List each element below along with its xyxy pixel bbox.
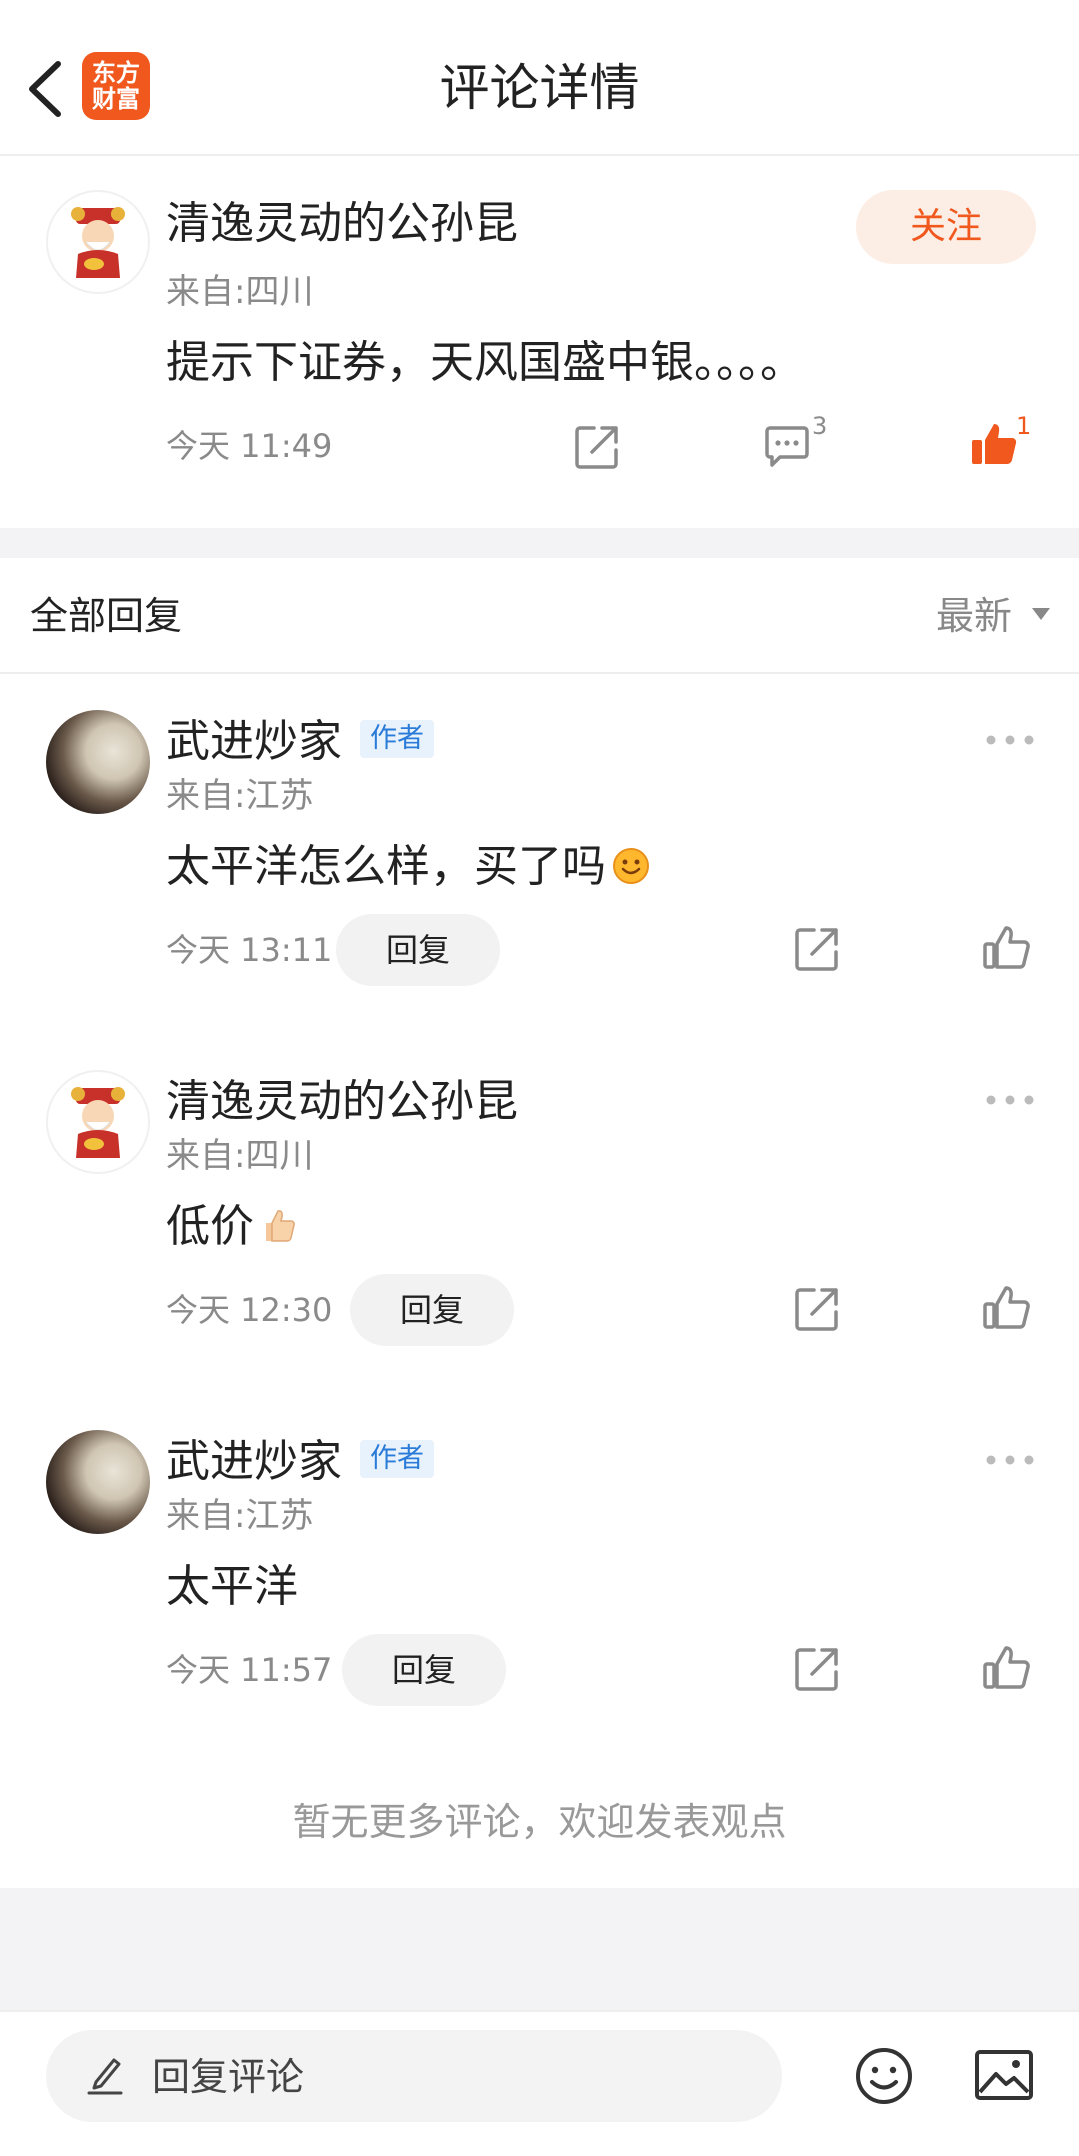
reply-time: 今天 11:57 [166, 1651, 333, 1689]
follow-button[interactable]: 关注 [856, 190, 1036, 264]
like-button[interactable] [982, 1644, 1030, 1692]
location-label: 来自:江苏 [166, 1496, 314, 1536]
reply-time: 今天 12:30 [166, 1291, 333, 1329]
share-icon [795, 1288, 838, 1331]
more-dots-icon [986, 1095, 1034, 1105]
image-icon [975, 2050, 1033, 2100]
like-button[interactable] [982, 924, 1030, 972]
sort-caret-icon[interactable] [1032, 608, 1050, 620]
reply-text: 低价 [166, 1198, 298, 1256]
share-button[interactable] [794, 1286, 840, 1332]
avatar[interactable] [46, 1430, 150, 1534]
reply-input-placeholder[interactable]: 回复评论 [152, 2052, 304, 2102]
location-label: 来自:江苏 [166, 776, 314, 816]
like-count: 1 [1016, 412, 1032, 440]
more-options-button[interactable] [984, 1453, 1036, 1467]
username[interactable]: 清逸灵动的公孙昆 [166, 1074, 518, 1130]
reply-button[interactable]: 回复 [342, 1634, 506, 1706]
thumbs-up-icon [983, 926, 1030, 969]
god-of-wealth-avatar-icon [71, 207, 125, 278]
comment-icon [765, 426, 809, 467]
pencil-icon [86, 2054, 124, 2096]
author-badge: 作者 [360, 1440, 434, 1478]
thumbs-up-icon [983, 1286, 1030, 1329]
comment-count: 3 [812, 412, 828, 440]
share-icon [795, 928, 838, 971]
divider [0, 672, 1079, 674]
reply-button[interactable]: 回复 [336, 914, 500, 986]
all-replies-title: 全部回复 [30, 594, 183, 638]
share-icon [575, 426, 618, 469]
share-button[interactable] [794, 1646, 840, 1692]
avatar[interactable] [46, 190, 150, 294]
page-title: 评论详情 [439, 59, 640, 117]
username[interactable]: 武进炒家 [166, 714, 342, 770]
smile-emoji-icon [612, 847, 650, 885]
section-divider [0, 528, 1079, 558]
more-dots-icon [986, 1455, 1034, 1465]
reply-text: 太平洋怎么样，买了吗 [166, 838, 650, 896]
comment-time: 今天 11:49 [166, 427, 333, 465]
like-button[interactable] [982, 1284, 1030, 1332]
share-icon [795, 1648, 838, 1691]
more-options-button[interactable] [984, 733, 1036, 747]
username[interactable]: 武进炒家 [166, 1434, 342, 1490]
god-of-wealth-avatar-icon [71, 1087, 125, 1158]
image-button[interactable] [974, 2048, 1034, 2104]
location-label: 来自:四川 [166, 1136, 314, 1176]
username[interactable]: 清逸灵动的公孙昆 [166, 196, 518, 252]
emoji-icon [856, 2048, 912, 2104]
no-more-comments-text: 暂无更多评论，欢迎发表观点 [292, 1800, 787, 1844]
reply-text: 太平洋 [166, 1561, 298, 1612]
comment-count-button[interactable] [764, 424, 810, 468]
thumbs-up-emoji-icon [258, 1205, 298, 1245]
thumbs-up-filled-icon [972, 424, 1017, 465]
bottom-spacer [0, 1888, 1079, 2010]
reply-button[interactable]: 回复 [350, 1274, 514, 1346]
comment-text: 提示下证券，天风国盛中银。。。。 [166, 337, 804, 388]
like-button[interactable] [970, 420, 1018, 468]
location-label: 来自:四川 [166, 272, 314, 312]
thumbs-up-icon [983, 1646, 1030, 1689]
emoji-button[interactable] [854, 2046, 914, 2106]
share-button[interactable] [794, 926, 840, 972]
more-options-button[interactable] [984, 1093, 1036, 1107]
sort-dropdown[interactable]: 最新 [936, 590, 1012, 642]
reply-time: 今天 13:11 [166, 931, 333, 969]
avatar[interactable] [46, 1070, 150, 1174]
avatar[interactable] [46, 710, 150, 814]
more-dots-icon [986, 735, 1034, 745]
author-badge: 作者 [360, 720, 434, 758]
share-button[interactable] [574, 424, 620, 470]
